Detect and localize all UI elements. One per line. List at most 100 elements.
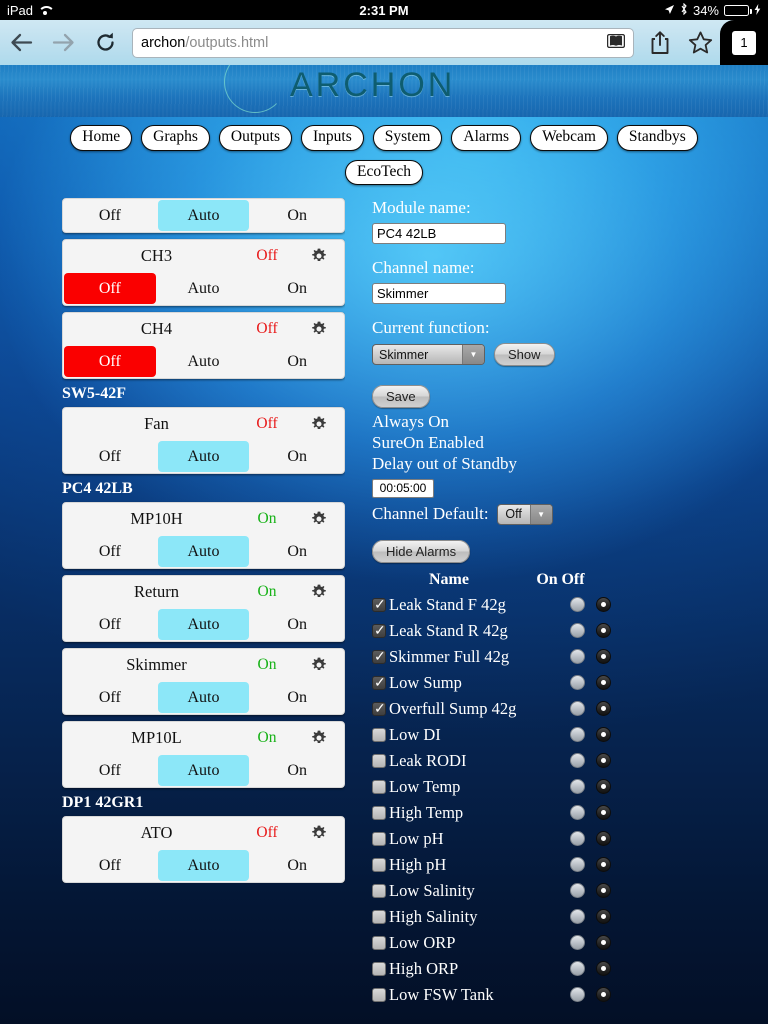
alarm-trigger-off-radio[interactable]: [596, 649, 611, 665]
back-arrow-icon[interactable]: [0, 20, 42, 65]
alarm-trigger-off-radio[interactable]: [596, 831, 611, 847]
reload-icon[interactable]: [84, 20, 126, 65]
alarm-enable-checkbox[interactable]: [372, 727, 386, 742]
gear-icon[interactable]: [304, 730, 334, 746]
alarm-trigger-off-radio[interactable]: [596, 727, 611, 743]
alarm-trigger-on-radio[interactable]: [570, 701, 585, 717]
alarm-enable-checkbox[interactable]: [372, 831, 386, 846]
channel-mode-off-button[interactable]: Off: [64, 682, 156, 713]
channel-mode-off-button[interactable]: Off: [64, 200, 156, 231]
channel-mode-auto-button[interactable]: Auto: [158, 273, 250, 304]
alarm-trigger-on-radio[interactable]: [570, 727, 585, 743]
channel-mode-off-button[interactable]: Off: [64, 441, 156, 472]
gear-icon[interactable]: [304, 584, 334, 600]
alarm-enable-checkbox[interactable]: [372, 935, 386, 950]
channel-mode-on-button[interactable]: On: [251, 200, 343, 231]
gear-icon[interactable]: [304, 416, 334, 432]
alarm-trigger-off-radio[interactable]: [596, 935, 611, 951]
alarm-enable-checkbox[interactable]: [372, 622, 386, 639]
alarm-enable-checkbox[interactable]: [372, 700, 386, 717]
url-bar[interactable]: archon/outputs.html: [132, 27, 634, 58]
channel-mode-off-button[interactable]: Off: [64, 755, 156, 786]
nav-item-standbys[interactable]: Standbys: [616, 125, 698, 151]
alarm-enable-checkbox[interactable]: [372, 857, 386, 872]
channel-mode-on-button[interactable]: On: [251, 755, 343, 786]
channel-mode-auto-button[interactable]: Auto: [158, 346, 250, 377]
forward-arrow-icon[interactable]: [42, 20, 84, 65]
alarm-trigger-off-radio[interactable]: [596, 883, 611, 899]
bookmark-star-icon[interactable]: [680, 20, 720, 65]
alarm-enable-checkbox[interactable]: [372, 648, 386, 665]
alarm-trigger-on-radio[interactable]: [570, 623, 585, 639]
save-button[interactable]: Save: [372, 385, 430, 408]
nav-item-system[interactable]: System: [372, 125, 443, 151]
gear-icon[interactable]: [304, 825, 334, 841]
tab-count-button[interactable]: 1: [720, 20, 768, 65]
channel-mode-off-button[interactable]: Off: [64, 609, 156, 640]
alarm-trigger-on-radio[interactable]: [570, 779, 585, 795]
nav-item-inputs[interactable]: Inputs: [301, 125, 364, 151]
alarm-enable-checkbox[interactable]: [372, 805, 386, 820]
gear-icon[interactable]: [304, 657, 334, 673]
gear-icon[interactable]: [304, 248, 334, 264]
channel-name-input[interactable]: Skimmer: [372, 283, 506, 304]
alarm-trigger-off-radio[interactable]: [596, 961, 611, 977]
alarm-trigger-on-radio[interactable]: [570, 597, 585, 613]
reader-view-icon[interactable]: [606, 33, 626, 52]
alarm-trigger-on-radio[interactable]: [570, 753, 585, 769]
alarm-enable-checkbox[interactable]: [372, 909, 386, 924]
outputs-channel-list[interactable]: Off Auto On CH3 Off Off Auto On CH4 Off Off Auto On S…: [62, 198, 345, 883]
alarm-enable-checkbox[interactable]: [372, 674, 386, 691]
alarm-trigger-off-radio[interactable]: [596, 701, 611, 717]
alarm-trigger-on-radio[interactable]: [570, 935, 585, 951]
alarm-enable-checkbox[interactable]: [372, 961, 386, 976]
channel-mode-on-button[interactable]: On: [251, 609, 343, 640]
alarm-enable-checkbox[interactable]: [372, 753, 386, 768]
hide-alarms-button[interactable]: Hide Alarms: [372, 539, 471, 563]
channel-mode-auto-button[interactable]: Auto: [157, 536, 250, 567]
nav-item-home[interactable]: Home: [70, 125, 133, 151]
alarm-enable-checkbox[interactable]: [372, 883, 386, 898]
channel-mode-auto-button[interactable]: Auto: [157, 200, 250, 231]
alarm-trigger-on-radio[interactable]: [570, 909, 585, 925]
alarm-trigger-on-radio[interactable]: [570, 831, 585, 847]
channel-default-select[interactable]: Off ▼: [496, 503, 553, 525]
alarm-trigger-on-radio[interactable]: [570, 675, 585, 691]
alarm-trigger-off-radio[interactable]: [596, 987, 611, 1003]
channel-mode-off-button[interactable]: Off: [64, 346, 156, 377]
channel-mode-on-button[interactable]: On: [251, 346, 343, 377]
alarm-trigger-off-radio[interactable]: [596, 753, 611, 769]
channel-mode-on-button[interactable]: On: [251, 273, 343, 304]
nav-item-outputs[interactable]: Outputs: [218, 125, 293, 151]
channel-mode-on-button[interactable]: On: [251, 850, 343, 881]
alarm-enable-checkbox[interactable]: [372, 779, 386, 794]
alarm-enable-checkbox[interactable]: [372, 596, 386, 613]
current-function-select[interactable]: Skimmer ▼: [372, 344, 485, 365]
nav-item-webcam[interactable]: Webcam: [530, 125, 608, 151]
channel-mode-auto-button[interactable]: Auto: [157, 850, 250, 881]
alarm-trigger-off-radio[interactable]: [596, 857, 611, 873]
channel-mode-on-button[interactable]: On: [251, 441, 343, 472]
nav-item-ecotech[interactable]: EcoTech: [345, 159, 423, 186]
alarm-trigger-on-radio[interactable]: [570, 805, 585, 821]
module-name-input[interactable]: PC4 42LB: [372, 223, 506, 244]
channel-mode-on-button[interactable]: On: [251, 682, 343, 713]
channel-mode-on-button[interactable]: On: [251, 536, 343, 567]
alarm-trigger-on-radio[interactable]: [570, 987, 585, 1003]
alarm-trigger-off-radio[interactable]: [596, 597, 611, 613]
alarm-trigger-off-radio[interactable]: [596, 805, 611, 821]
channel-mode-off-button[interactable]: Off: [64, 273, 156, 304]
alarm-enable-checkbox[interactable]: [372, 987, 386, 1002]
alarm-trigger-on-radio[interactable]: [570, 883, 585, 899]
alarm-trigger-on-radio[interactable]: [570, 649, 585, 665]
alarm-trigger-on-radio[interactable]: [570, 857, 585, 873]
alarm-trigger-off-radio[interactable]: [596, 909, 611, 925]
channel-mode-off-button[interactable]: Off: [64, 536, 156, 567]
gear-icon[interactable]: [304, 511, 334, 527]
alarm-trigger-on-radio[interactable]: [570, 961, 585, 977]
nav-item-alarms[interactable]: Alarms: [451, 125, 522, 151]
alarm-trigger-off-radio[interactable]: [596, 675, 611, 691]
gear-icon[interactable]: [304, 321, 334, 337]
share-icon[interactable]: [640, 20, 680, 65]
channel-mode-auto-button[interactable]: Auto: [157, 609, 250, 640]
